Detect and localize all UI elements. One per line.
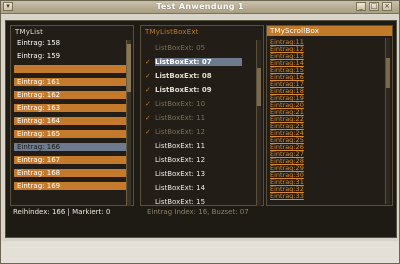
listboxext-item-label: ListBoxExt: 09 [155, 86, 212, 94]
mylist-scrollbar[interactable] [126, 40, 131, 206]
mylist-status: Reihindex: 166 | Markiert: 0 [13, 208, 111, 216]
listboxext-item[interactable]: ✓ ListBoxExt: 10 [145, 100, 255, 108]
listboxext-item[interactable]: ListBoxExt: 14 [145, 184, 255, 192]
listboxext-item[interactable]: ListBoxExt: 11 [145, 142, 255, 150]
empty-check-icon[interactable] [145, 142, 153, 150]
listboxext-status: Eintrag Index: 16, Buzset: 07 [147, 208, 249, 216]
listboxext-item[interactable]: ListBoxExt: 05 [145, 44, 255, 52]
scrollbar-thumb[interactable] [386, 58, 390, 88]
listboxext-list[interactable]: ListBoxExt: 05 ✓ ListBoxExt: 07 ✓ ListBoxExt… [145, 44, 255, 204]
mylist-item[interactable]: Eintrag: 168 [14, 169, 126, 177]
mylist-item[interactable]: Eintrag: 161 [14, 78, 126, 86]
title-bar[interactable]: ▾ Test Anwendung 1 _ □ × [1, 1, 399, 14]
check-icon[interactable]: ✓ [145, 100, 153, 108]
empty-check-icon[interactable] [145, 156, 153, 164]
listboxext-item-label: ListBoxExt: 15 [155, 198, 206, 204]
scrollbox-item[interactable]: Eintrag:33 [270, 193, 350, 200]
listboxext-item-label: ListBoxExt: 11 [155, 142, 206, 150]
listboxext-item[interactable]: ✓ ListBoxExt: 12 [145, 128, 255, 136]
mylist-panel: TMyList Eintrag: 158 Eintrag: 159 Eintrag:… [10, 25, 134, 206]
listboxext-item[interactable]: ListBoxExt: 13 [145, 170, 255, 178]
scrollbox-title: TMyScrollBox [267, 26, 392, 36]
mylist-item[interactable]: Eintrag: 167 [14, 156, 126, 164]
listboxext-item[interactable]: ✓ ListBoxExt: 08 [145, 72, 255, 80]
check-icon[interactable]: ✓ [145, 128, 153, 136]
check-icon[interactable]: ✓ [145, 86, 153, 94]
mylist-item[interactable]: Eintrag: 159 [14, 52, 126, 60]
listboxext-item[interactable]: ✓ ListBoxExt: 11 [145, 114, 255, 122]
listboxext-item[interactable]: ✓ ListBoxExt: 09 [145, 86, 255, 94]
check-icon[interactable]: ✓ [145, 72, 153, 80]
mylist-item[interactable]: Eintrag: 162 [14, 91, 126, 99]
scrollbar-thumb[interactable] [127, 44, 131, 92]
close-icon[interactable]: × [382, 2, 392, 11]
listboxext-item[interactable]: ListBoxExt: 12 [145, 156, 255, 164]
listboxext-title: TMyListBoxExt [145, 28, 199, 36]
empty-check-icon[interactable] [145, 170, 153, 178]
listboxext-item-label: ListBoxExt: 05 [155, 44, 206, 52]
listboxext-item-label: ListBoxExt: 11 [155, 114, 206, 122]
listboxext-panel: TMyListBoxExt ListBoxExt: 05 ✓ ListBoxExt:… [140, 25, 264, 206]
main-area: TMyList Eintrag: 158 Eintrag: 159 Eintrag:… [5, 20, 397, 238]
empty-check-icon[interactable] [145, 44, 153, 52]
mylist-item[interactable]: Eintrag: 164 [14, 117, 126, 125]
window-title: Test Anwendung 1 [156, 2, 244, 11]
mylist-item[interactable] [14, 65, 126, 73]
mylist-item[interactable]: Eintrag: 165 [14, 130, 126, 138]
check-icon[interactable]: ✓ [145, 58, 153, 66]
listboxext-item-label: ListBoxExt: 13 [155, 170, 206, 178]
check-icon[interactable]: ✓ [145, 114, 153, 122]
listboxext-item[interactable]: ListBoxExt: 15 [145, 198, 255, 204]
empty-check-icon[interactable] [145, 198, 153, 204]
empty-check-icon[interactable] [145, 184, 153, 192]
listboxext-item-label: ListBoxExt: 14 [155, 184, 206, 192]
mylist-item[interactable]: Eintrag: 166 [14, 143, 126, 151]
maximize-icon[interactable]: □ [369, 2, 379, 11]
listboxext-item-label: ListBoxExt: 10 [155, 100, 206, 108]
scrollbox-list[interactable]: Eintrag:11 Eintrag:12 Eintrag:13 Eintrag:14… [270, 39, 350, 204]
mylist-title: TMyList [15, 28, 44, 36]
listboxext-item-label: ListBoxExt: 07 [155, 58, 242, 66]
mylist-item[interactable]: Eintrag: 163 [14, 104, 126, 112]
listboxext-item-label: ListBoxExt: 12 [155, 156, 206, 164]
scrollbox-panel: TMyScrollBox Eintrag:11 Eintrag:12 Eintrag… [266, 25, 393, 206]
mylist-list[interactable]: Eintrag: 158 Eintrag: 159 Eintrag: 161 Eint… [14, 39, 126, 204]
mylist-item[interactable]: Eintrag: 158 [14, 39, 126, 47]
listboxext-item-label: ListBoxExt: 12 [155, 128, 206, 136]
bottom-bar [1, 241, 399, 263]
listboxext-scrollbar[interactable] [256, 40, 261, 206]
scrollbar-thumb[interactable] [257, 68, 261, 106]
mylist-item[interactable]: Eintrag: 169 [14, 182, 126, 190]
app-window: ▾ Test Anwendung 1 _ □ × TMyList Eintrag… [0, 0, 400, 264]
listboxext-item-label: ListBoxExt: 08 [155, 72, 212, 80]
minimize-icon[interactable]: _ [356, 2, 366, 11]
listboxext-item[interactable]: ✓ ListBoxExt: 07 [145, 58, 255, 66]
scrollbox-scrollbar[interactable] [385, 38, 390, 204]
